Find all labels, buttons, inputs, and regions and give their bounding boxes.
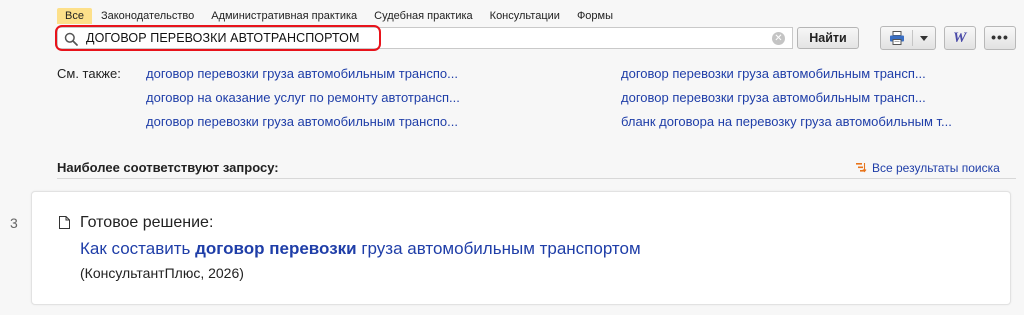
see-also-link[interactable]: договор перевозки груза автомобильным тр… — [621, 66, 926, 81]
result-source: (КонсультантПлюс, 2026) — [80, 265, 244, 281]
word-icon: W — [953, 30, 967, 46]
result-title-suffix: груза автомобильным транспортом — [356, 239, 641, 258]
clear-icon[interactable]: ✕ — [772, 32, 785, 45]
all-results-link[interactable]: Все результаты поиска — [856, 161, 1000, 175]
tab-administrative-practice[interactable]: Административная практика — [203, 8, 365, 24]
tab-forms[interactable]: Формы — [569, 8, 621, 24]
tab-judicial-practice[interactable]: Судебная практика — [366, 8, 480, 24]
find-button[interactable]: Найти — [797, 27, 859, 49]
see-also-link[interactable]: бланк договора на перевозку груза автомо… — [621, 114, 952, 129]
search-tabs: Все Законодательство Административная пр… — [57, 8, 622, 24]
more-button[interactable]: ••• — [984, 26, 1016, 50]
see-also-link[interactable]: договор перевозки груза автомобильным тр… — [146, 66, 458, 81]
tab-consultations[interactable]: Консультации — [482, 8, 568, 24]
export-word-button[interactable]: W — [944, 26, 976, 50]
see-also-link[interactable]: договор перевозки груза автомобильным тр… — [621, 90, 926, 105]
print-button[interactable] — [880, 26, 936, 50]
result-number: 3 — [10, 215, 18, 231]
printer-icon — [890, 31, 904, 45]
tab-legislation[interactable]: Законодательство — [93, 8, 202, 24]
filter-list-icon — [856, 163, 867, 173]
button-separator — [912, 30, 913, 46]
search-query-highlight — [55, 25, 381, 51]
result-type: Готовое решение: — [80, 214, 214, 231]
more-icon: ••• — [991, 29, 1009, 45]
tab-all[interactable]: Все — [57, 8, 92, 24]
result-title-prefix: Как составить — [80, 239, 196, 258]
see-also-label: См. также: — [57, 66, 121, 81]
document-icon — [59, 216, 70, 229]
caret-down-icon[interactable] — [920, 36, 928, 41]
best-match-heading: Наиболее соответствуют запросу: — [57, 160, 279, 175]
see-also-link[interactable]: договор на оказание услуг по ремонту авт… — [146, 90, 460, 105]
see-also-link[interactable]: договор перевозки груза автомобильным тр… — [146, 114, 458, 129]
divider — [57, 178, 1016, 179]
all-results-label: Все результаты поиска — [872, 161, 1000, 175]
result-title-highlight: договор перевозки — [195, 239, 357, 258]
result-title-link[interactable]: Как составить договор перевозки груза ав… — [80, 239, 641, 259]
result-card: Готовое решение: Как составить договор п… — [31, 191, 1011, 305]
